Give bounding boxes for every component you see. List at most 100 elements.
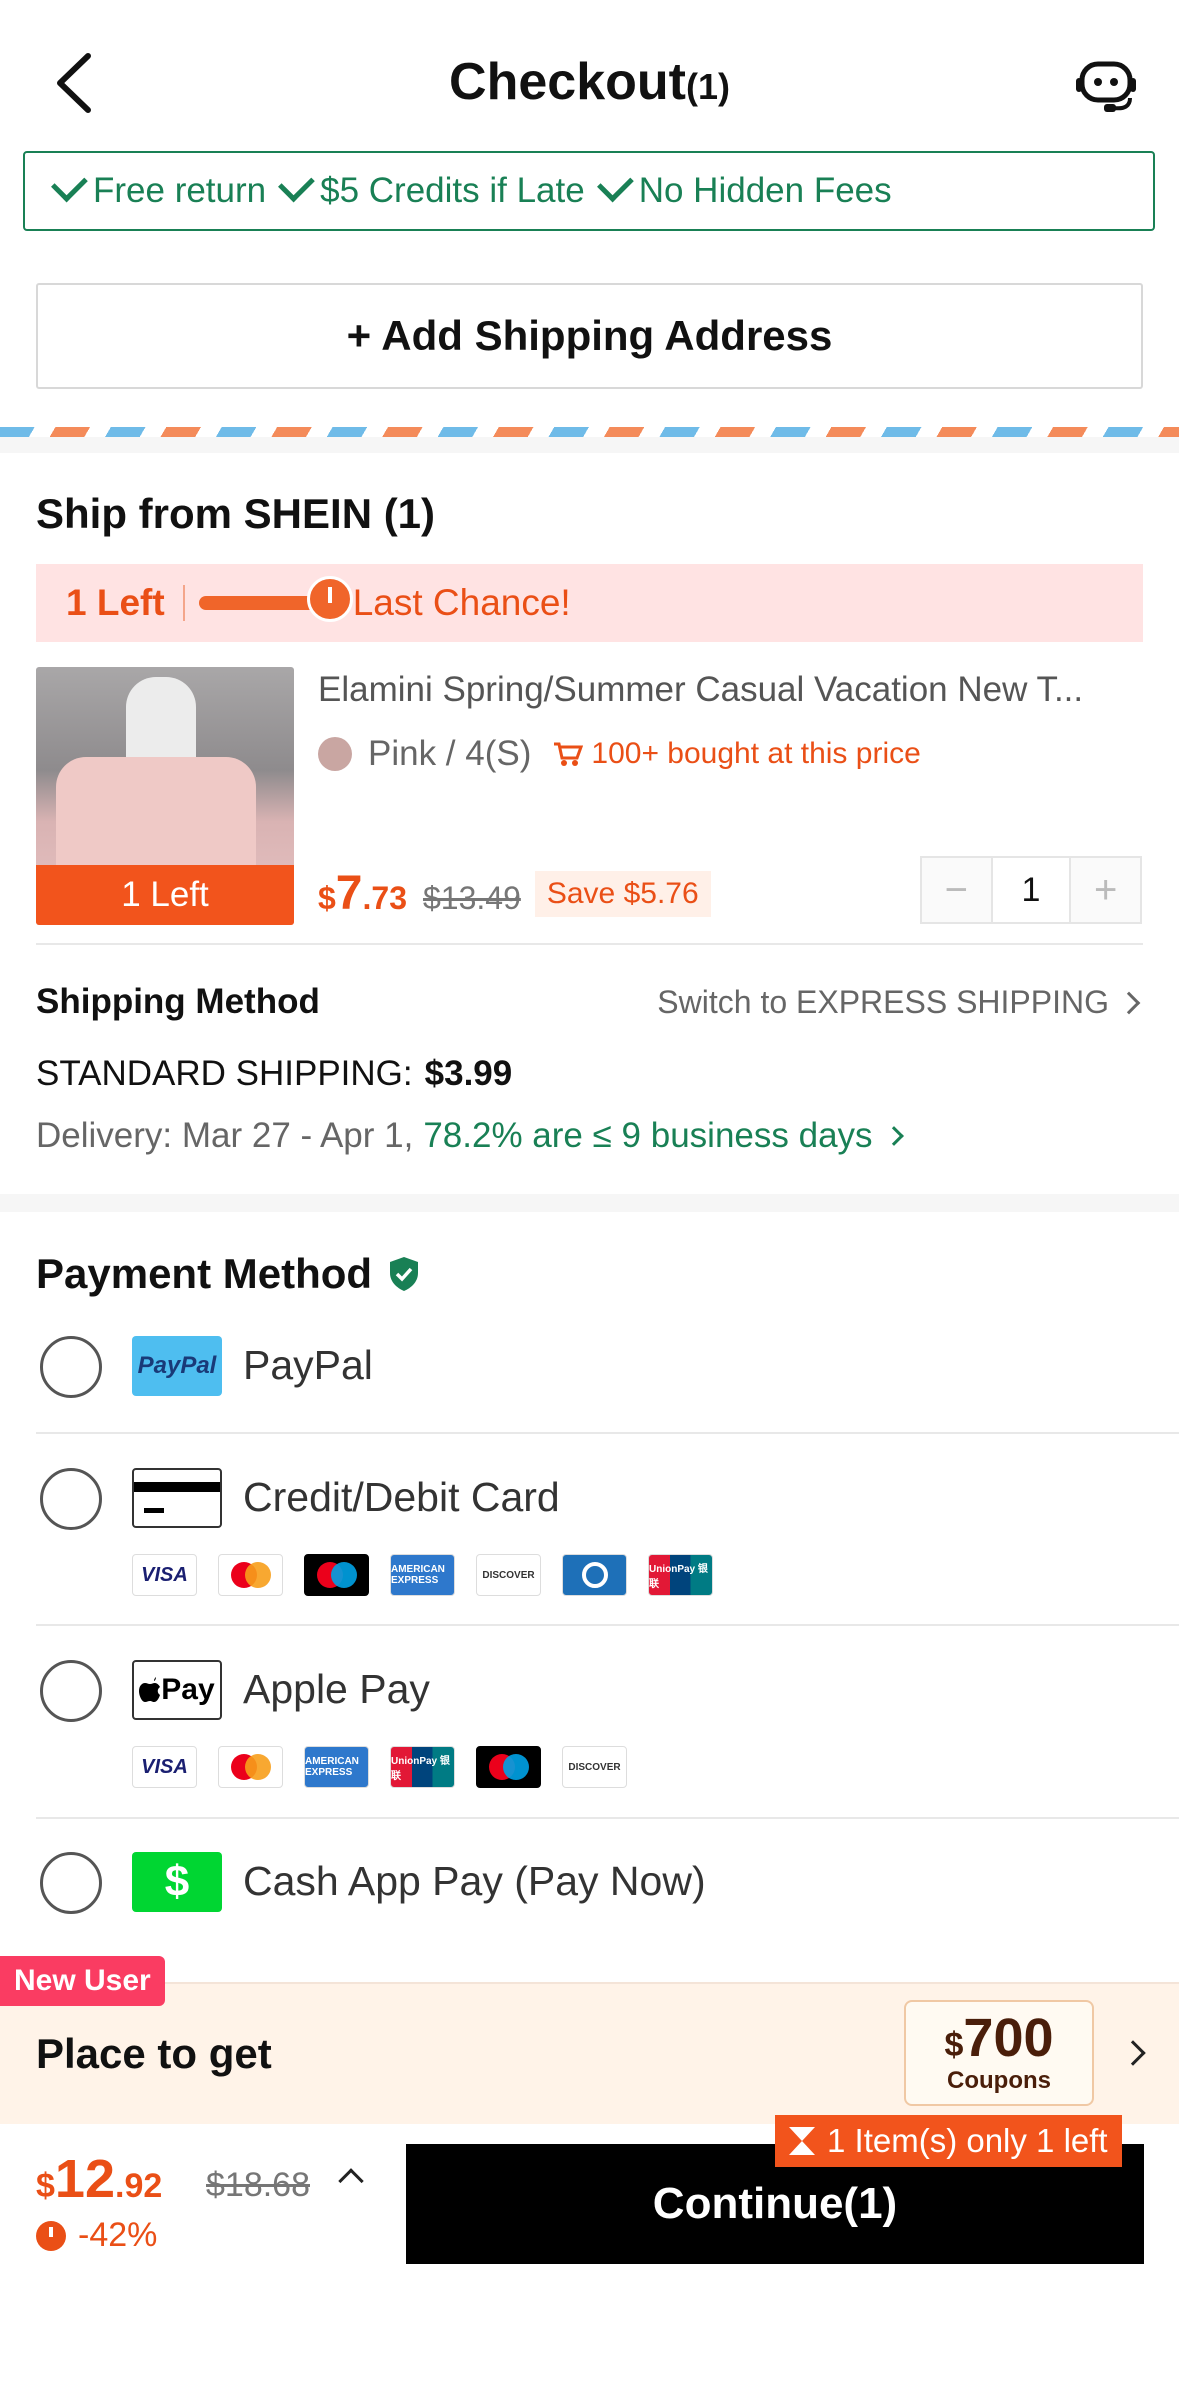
mastercard-logo xyxy=(218,1554,283,1596)
apple-icon xyxy=(139,1677,161,1702)
page-title: Checkout(1) xyxy=(0,52,1179,112)
discover-logo: DISCOVER xyxy=(476,1554,541,1596)
last-chance-banner: 1 Left Last Chance! xyxy=(36,564,1143,642)
mastercard-logo xyxy=(218,1746,283,1788)
assurance-text: No Hidden Fees xyxy=(638,171,892,210)
delivery-rate: 78.2% are ≤ 9 business days xyxy=(423,1116,873,1155)
original-total: $18.68 xyxy=(206,2166,310,2204)
save-badge: Save $5.76 xyxy=(534,870,711,917)
check-icon xyxy=(51,165,88,203)
coupon-value: 700 xyxy=(963,2008,1054,2068)
assurance-text: Free return xyxy=(93,171,267,210)
title-count: (1) xyxy=(685,66,730,107)
applepay-brand-list: VISA AMERICAN EXPRESS UnionPay 银联 DISCOV… xyxy=(132,1746,627,1788)
price-currency: $ xyxy=(318,880,336,916)
order-total[interactable]: $12.92 xyxy=(36,2148,162,2210)
radio-button[interactable] xyxy=(40,1660,102,1722)
coupon-badge[interactable]: $700 Coupons xyxy=(904,2000,1094,2106)
assurance-item: Free return xyxy=(51,165,267,211)
total-currency: $ xyxy=(36,2167,55,2205)
assurance-item: $5 Credits if Late xyxy=(278,165,585,211)
payment-label: Cash App Pay (Pay Now) xyxy=(243,1858,706,1904)
title-text: Checkout xyxy=(449,53,686,111)
diners-club-logo xyxy=(562,1554,627,1596)
last-chance-text: Last Chance! xyxy=(352,582,571,623)
standard-shipping-price: $3.99 xyxy=(424,1054,513,1093)
product-image[interactable]: 1 Left xyxy=(36,667,294,925)
assurance-text: $5 Credits if Late xyxy=(320,171,585,210)
discover-logo: DISCOVER xyxy=(562,1746,627,1788)
add-shipping-address-button[interactable]: + Add Shipping Address xyxy=(36,283,1143,389)
section-divider xyxy=(0,437,1179,453)
quantity-stepper: − 1 + xyxy=(920,856,1142,924)
unionpay-logo: UnionPay 银联 xyxy=(390,1746,455,1788)
stock-progress-bar xyxy=(198,576,353,622)
hourglass-icon xyxy=(789,2125,815,2157)
coupon-currency: $ xyxy=(944,2026,964,2064)
payment-title-text: Payment Method xyxy=(36,1250,373,1297)
amex-logo: AMERICAN EXPRESS xyxy=(304,1746,369,1788)
coupon-label: Coupons xyxy=(947,2067,1051,2094)
payment-option-applepay[interactable]: Pay Apple Pay VISA AMERICAN EXPRESS Unio… xyxy=(0,1660,1179,1820)
payment-label: Apple Pay xyxy=(243,1666,430,1712)
customer-service-icon[interactable] xyxy=(1074,54,1138,116)
visa-logo: VISA xyxy=(132,1554,197,1596)
standard-shipping-label: STANDARD SHIPPING: xyxy=(36,1054,413,1093)
shipping-method-label: Shipping Method xyxy=(36,982,320,1021)
discount-text: -42% xyxy=(78,2216,158,2254)
stock-tip-text: 1 Item(s) only 1 left xyxy=(827,2122,1108,2159)
standard-shipping: STANDARD SHIPPING: $3.99 xyxy=(36,1054,512,1094)
delivery-estimate[interactable]: Delivery: Mar 27 - Apr 1, 78.2% are ≤ 9 … xyxy=(36,1116,904,1156)
product-attributes[interactable]: Pink / 4(S) 100+ bought at this price xyxy=(318,734,921,774)
maestro-logo xyxy=(476,1746,541,1788)
divider xyxy=(36,1432,1179,1434)
quantity-value[interactable]: 1 xyxy=(990,858,1072,922)
new-user-tag: New User xyxy=(0,1956,165,2006)
alarm-clock-icon xyxy=(306,576,353,622)
total-whole: 12 xyxy=(54,2149,115,2209)
switch-shipping-link[interactable]: Switch to EXPRESS SHIPPING xyxy=(657,984,1141,1021)
amex-logo: AMERICAN EXPRESS xyxy=(390,1554,455,1596)
new-user-text: Place to get xyxy=(36,2030,272,2077)
image-stock-badge: 1 Left xyxy=(36,865,294,925)
bought-text: 100+ bought at this price xyxy=(591,737,921,770)
visa-logo: VISA xyxy=(132,1746,197,1788)
card-brand-list: VISA AMERICAN EXPRESS DISCOVER UnionPay … xyxy=(132,1554,713,1596)
original-price: $13.49 xyxy=(422,880,521,916)
radio-button[interactable] xyxy=(40,1336,102,1398)
cash-app-logo: $ xyxy=(132,1852,222,1912)
bought-badge: 100+ bought at this price xyxy=(553,737,921,771)
color-swatch xyxy=(318,737,352,771)
check-icon xyxy=(278,165,315,203)
price-row: $7.73 $13.49 Save $5.76 xyxy=(318,866,711,921)
divider xyxy=(36,1624,1179,1626)
divider xyxy=(182,585,185,621)
discount-percent: -42% xyxy=(36,2216,157,2255)
assurance-item: No Hidden Fees xyxy=(596,165,892,211)
assurance-banner: Free return $5 Credits if Late No Hidden… xyxy=(23,151,1155,231)
clock-icon xyxy=(36,2220,66,2251)
increase-quantity-button[interactable]: + xyxy=(1071,858,1140,922)
payment-option-cashapp[interactable]: $ Cash App Pay (Pay Now) xyxy=(0,1852,1179,1932)
header: Checkout(1) xyxy=(0,0,1179,150)
shield-check-icon xyxy=(390,1257,419,1291)
unionpay-logo: UnionPay 银联 xyxy=(648,1554,713,1596)
divider xyxy=(36,943,1143,945)
product-name[interactable]: Elamini Spring/Summer Casual Vacation Ne… xyxy=(318,670,1148,710)
radio-button[interactable] xyxy=(40,1852,102,1914)
price-whole: 7 xyxy=(335,867,363,920)
delivery-dates: Delivery: Mar 27 - Apr 1, xyxy=(36,1116,414,1155)
attribute-text: Pink / 4(S) xyxy=(368,734,532,773)
shipment-title: Ship from SHEIN (1) xyxy=(36,490,436,537)
check-icon xyxy=(596,165,634,203)
radio-button[interactable] xyxy=(40,1468,102,1530)
stock-tip: 1 Item(s) only 1 left xyxy=(775,2115,1122,2167)
payment-option-paypal[interactable]: PayPal PayPal xyxy=(0,1334,1179,1432)
payment-method-title: Payment Method xyxy=(36,1250,420,1298)
payment-label: PayPal xyxy=(243,1342,373,1388)
payment-option-card[interactable]: Credit/Debit Card VISA AMERICAN EXPRESS … xyxy=(0,1466,1179,1626)
decrease-quantity-button[interactable]: − xyxy=(922,858,991,922)
switch-shipping-text: Switch to EXPRESS SHIPPING xyxy=(657,984,1109,1020)
sale-price: $7.73 xyxy=(318,866,407,921)
cart-icon xyxy=(554,742,584,766)
